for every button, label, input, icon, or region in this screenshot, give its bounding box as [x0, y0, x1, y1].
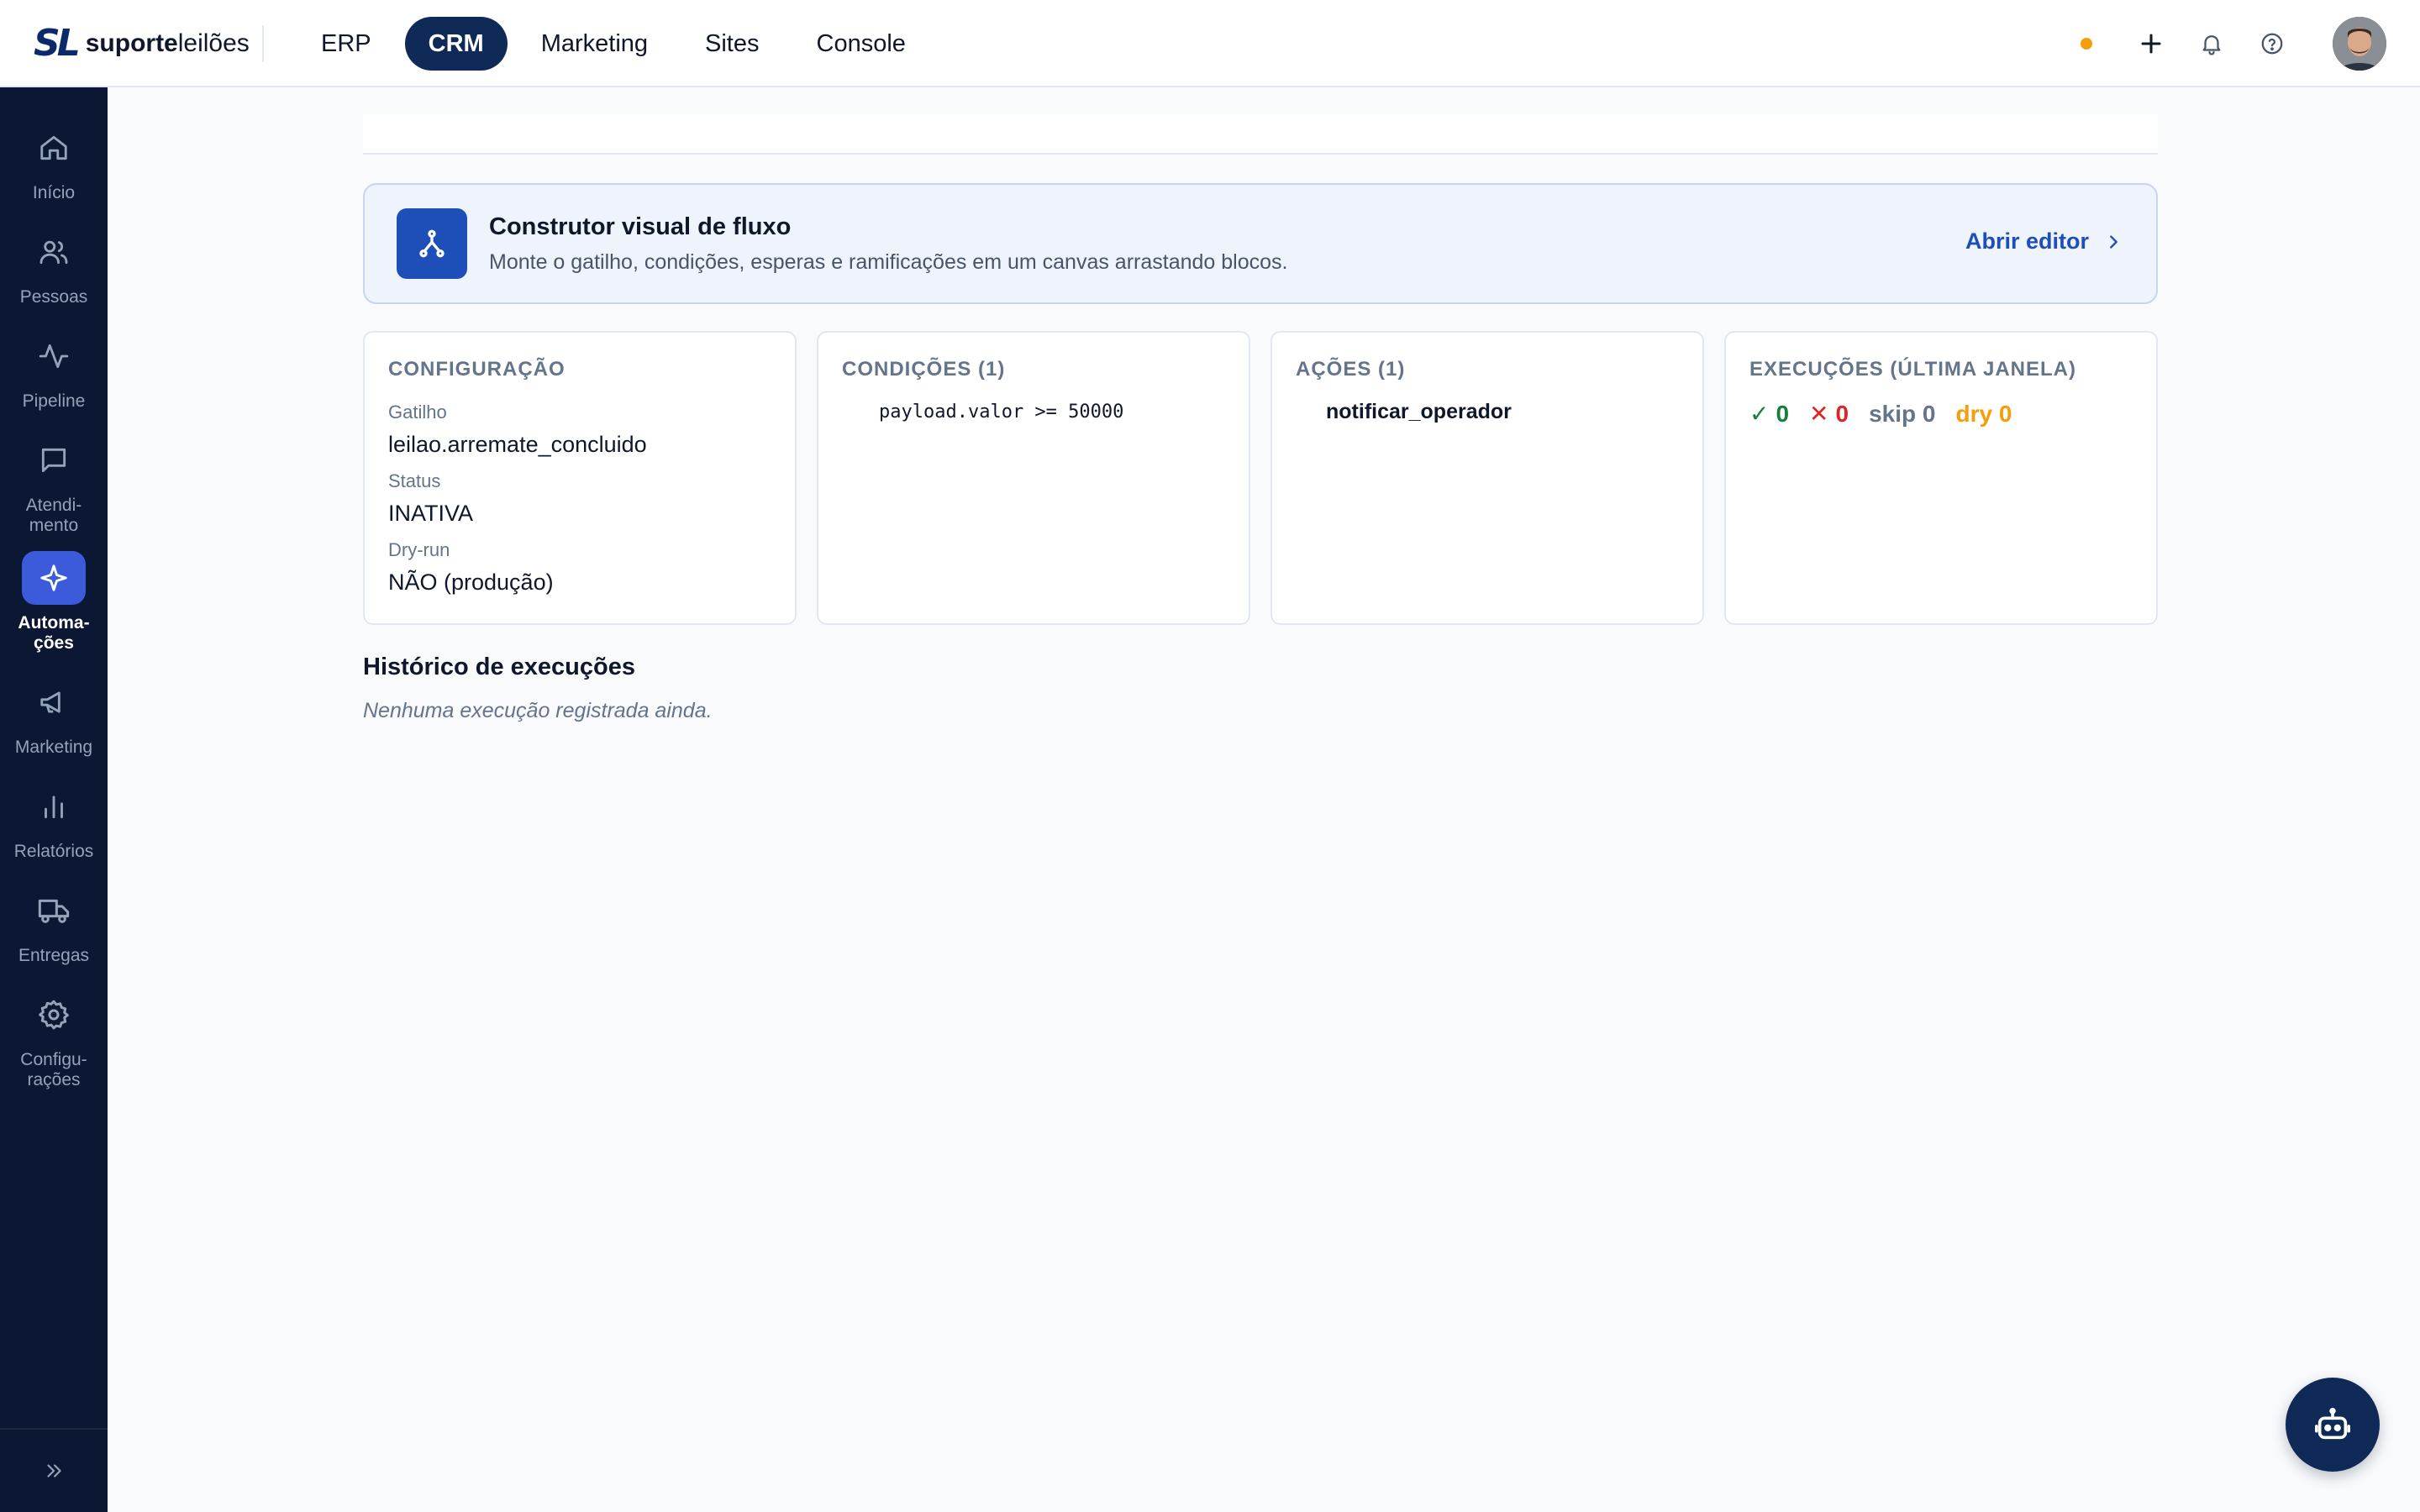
top-bar: SL suporteleilões ERP CRM Marketing Site…: [0, 0, 2420, 87]
users-icon: [22, 225, 86, 279]
trigger-value: leilao.arremate_concluido: [388, 432, 647, 457]
open-editor-label: Abrir editor: [1965, 228, 2089, 254]
status-dot: [2081, 38, 2092, 50]
open-editor-link[interactable]: Abrir editor: [1965, 228, 2123, 255]
bar-chart-icon: [22, 780, 86, 833]
logo-divider: [262, 25, 264, 62]
skip-count: skip 0: [1869, 400, 1936, 427]
dry-count: dry 0: [1955, 400, 2012, 427]
config-card: CONFIGURAÇÃO Gatilho leilao.arremate_con…: [363, 331, 797, 625]
check-icon: ✓: [1749, 401, 1770, 427]
sidebar-item-label: Pipeline: [22, 391, 86, 411]
history-title: Histórico de execuções: [363, 654, 635, 680]
history-empty-message: Nenhuma execução registrada ainda.: [363, 699, 713, 722]
sidebar-item-entregas[interactable]: Entregas: [0, 884, 108, 966]
dryrun-label: Dry-run: [388, 539, 450, 560]
status-value: INATIVA: [388, 501, 474, 526]
success-count: ✓ 0: [1749, 400, 1790, 428]
actions-card: AÇÕES (1) notificar_operador: [1270, 331, 1704, 625]
brand-mark: SL: [34, 22, 81, 65]
home-icon: [22, 121, 86, 175]
nav-marketing[interactable]: Marketing: [518, 17, 671, 71]
sidebar-item-pessoas[interactable]: Pessoas: [0, 225, 108, 307]
sidebar-item-pipeline[interactable]: Pipeline: [0, 329, 108, 412]
nav-erp[interactable]: ERP: [297, 17, 395, 71]
sidebar-item-label: Configu- rações: [20, 1050, 87, 1089]
error-count: ✕ 0: [1809, 400, 1849, 428]
actions-title: AÇÕES (1): [1296, 358, 1406, 381]
header-strip: [363, 114, 2158, 155]
config-title: CONFIGURAÇÃO: [388, 358, 566, 381]
builder-title: Construtor visual de fluxo: [489, 213, 792, 240]
assistant-bot-button[interactable]: [2286, 1378, 2380, 1472]
truck-icon: [22, 884, 86, 937]
chevron-right-icon: [2110, 234, 2118, 249]
dryrun-value: NÃO (produção): [388, 570, 554, 595]
sidebar-item-label: Pessoas: [19, 287, 88, 307]
workflow-icon: [397, 208, 467, 279]
user-avatar[interactable]: [2333, 17, 2386, 71]
nav-crm[interactable]: CRM: [404, 17, 508, 71]
x-icon: ✕: [1809, 401, 1829, 427]
brand-logo[interactable]: SL suporteleilões: [34, 24, 250, 64]
condition-item: payload.valor >= 50000: [879, 402, 1124, 423]
conditions-card: CONDIÇÕES (1) payload.valor >= 50000: [817, 331, 1250, 625]
gear-icon: [22, 988, 86, 1042]
builder-subtitle: Monte o gatilho, condições, esperas e ra…: [489, 250, 1288, 274]
status-label: Status: [388, 470, 441, 491]
sidebar-item-label: Entregas: [18, 946, 90, 965]
visual-builder-banner: Construtor visual de fluxo Monte o gatil…: [363, 183, 2158, 304]
add-icon[interactable]: [2134, 27, 2168, 60]
top-actions: [2081, 17, 2386, 71]
sparkle-icon: [22, 551, 86, 605]
activity-icon: [22, 329, 86, 383]
sidebar-item-automacoes[interactable]: Automa- ções: [0, 551, 108, 654]
trigger-label: Gatilho: [388, 402, 447, 423]
executions-card: EXECUÇÕES (ÚLTIMA JANELA) ✓ 0 ✕ 0 skip 0…: [1724, 331, 2158, 625]
sidebar-item-configuracoes[interactable]: Configu- rações: [0, 988, 108, 1090]
action-item: notificar_operador: [1326, 400, 1512, 423]
sidebar-item-marketing[interactable]: Marketing: [0, 675, 108, 758]
nav-sites[interactable]: Sites: [681, 17, 782, 71]
nav-console[interactable]: Console: [793, 17, 929, 71]
conditions-title: CONDIÇÕES (1): [842, 358, 1006, 381]
help-icon[interactable]: [2255, 27, 2289, 60]
sidebar-item-inicio[interactable]: Início: [0, 121, 108, 203]
megaphone-icon: [22, 675, 86, 729]
sidebar-collapse-button[interactable]: [0, 1428, 108, 1512]
bell-icon[interactable]: [2195, 27, 2228, 60]
sidebar-item-label: Início: [32, 183, 76, 202]
brand-name: suporteleilões: [85, 29, 250, 57]
executions-title: EXECUÇÕES (ÚLTIMA JANELA): [1749, 358, 2077, 381]
sidebar: Início Pessoas Pipeline Atendi- mento Au…: [0, 87, 108, 1512]
sidebar-item-relatorios[interactable]: Relatórios: [0, 780, 108, 862]
sidebar-item-label: Automa- ções: [18, 613, 90, 653]
message-icon: [22, 433, 86, 487]
bot-icon: [2315, 1407, 2350, 1440]
sidebar-item-atendimento[interactable]: Atendi- mento: [0, 433, 108, 536]
sidebar-item-label: Atendi- mento: [25, 496, 82, 535]
execution-stats: ✓ 0 ✕ 0 skip 0 dry 0: [1749, 400, 2032, 428]
chevrons-right-icon: [47, 1464, 61, 1478]
module-nav: ERP CRM Marketing Sites Console: [297, 17, 929, 71]
sidebar-item-label: Marketing: [14, 738, 93, 757]
sidebar-item-label: Relatórios: [13, 842, 94, 861]
